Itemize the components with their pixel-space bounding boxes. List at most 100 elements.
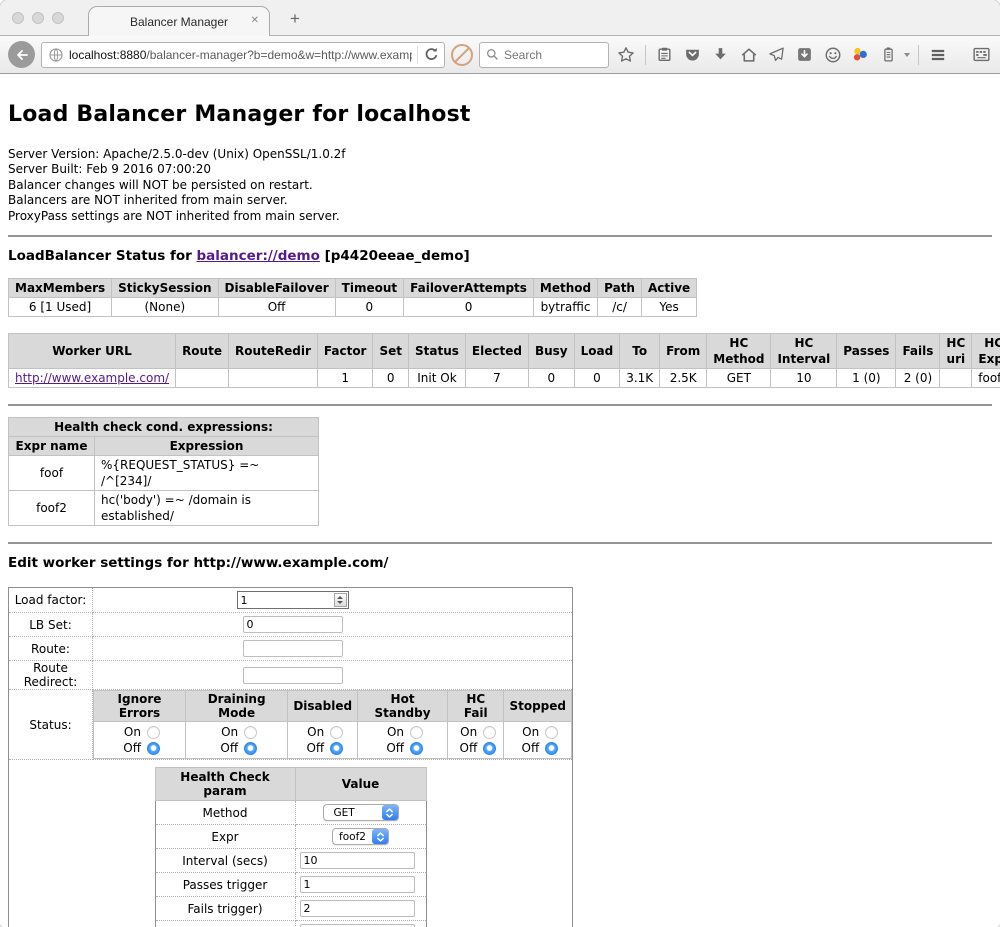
navigation-toolbar: localhost:8880/balancer-manager?b=demo&w… <box>0 36 1000 74</box>
col-expr-name: Expr name <box>9 437 95 456</box>
divider <box>8 404 992 406</box>
route-redirect-input[interactable] <box>243 667 343 684</box>
close-window-button[interactable] <box>12 12 24 24</box>
worker-row: http://www.example.com/ 1 0 Init Ok 7 0 … <box>9 369 1000 388</box>
extension-download-icon[interactable] <box>794 44 816 66</box>
hc-fail-on-radio[interactable] <box>483 726 496 739</box>
health-check-expressions-table: Health check cond. expressions: Expr nam… <box>8 417 319 526</box>
disabled-off-radio[interactable] <box>330 742 343 755</box>
url-text[interactable]: localhost:8880/balancer-manager?b=demo&w… <box>69 48 412 62</box>
heading-prefix: LoadBalancer Status for <box>8 248 197 264</box>
url-bar[interactable]: localhost:8880/balancer-manager?b=demo&w… <box>41 42 445 68</box>
tab-balancer-manager[interactable]: Balancer Manager ✕ <box>88 6 270 36</box>
server-built-line: Server Built: Feb 9 2016 07:00:20 <box>8 162 992 177</box>
hc-fail-off-radio[interactable] <box>483 742 496 755</box>
bookmarks-menu-icon[interactable] <box>654 44 676 66</box>
server-info: Server Version: Apache/2.5.0-dev (Unix) … <box>8 147 992 224</box>
status-cell-hot-standby: On Off <box>358 722 448 759</box>
url-domain: localhost:8880 <box>69 48 146 62</box>
col-value: Value <box>295 768 426 801</box>
form-row-route-redirect: Route Redirect: <box>9 661 573 690</box>
persist-notice-line: Balancer changes will NOT be persisted o… <box>8 178 992 193</box>
emoji-extension-icon[interactable] <box>822 44 844 66</box>
fails-input[interactable] <box>300 900 415 917</box>
downloads-icon[interactable] <box>710 44 732 66</box>
tab-bar: Balancer Manager ✕ + <box>0 0 1000 36</box>
browser-window: Balancer Manager ✕ + localhost:8880/bala… <box>0 0 1000 927</box>
worker-url-link[interactable]: http://www.example.com/ <box>15 371 169 385</box>
lb-set-input[interactable] <box>243 616 343 633</box>
edit-worker-heading: Edit worker settings for http://www.exam… <box>8 555 992 571</box>
load-factor-input[interactable] <box>238 594 334 607</box>
interval-input[interactable] <box>300 852 415 869</box>
table-row: 6 [1 Used] (None) Off 0 0 bytraffic /c/ … <box>9 298 697 317</box>
window-controls[interactable] <box>12 12 64 24</box>
hot-standby-off-radio[interactable] <box>410 742 423 755</box>
url-path: /balancer-manager?b=demo&w=http://www.ex… <box>146 48 412 62</box>
tab-close-icon[interactable]: ✕ <box>251 15 259 27</box>
heading-suffix: [p4420eeae_demo] <box>320 248 470 264</box>
send-tab-icon[interactable] <box>766 44 788 66</box>
new-tab-button[interactable]: + <box>290 9 300 29</box>
expr-row: foof %{REQUEST_STATUS} =~ /^[234]/ <box>9 456 319 491</box>
back-arrow-icon <box>14 47 30 63</box>
col-disablefailover: DisableFailover <box>218 279 335 298</box>
search-input[interactable] <box>504 48 594 62</box>
expr-select[interactable]: foof2 <box>332 828 389 845</box>
draining-mode-on-radio[interactable] <box>244 726 257 739</box>
col-ignore-errors: Ignore Errors <box>94 691 186 722</box>
download-helper-icon[interactable] <box>850 44 872 66</box>
disabled-on-radio[interactable] <box>330 726 343 739</box>
hc-uri-label: HC uri <box>155 921 295 927</box>
hc-uri-row: HC uri <box>155 921 426 927</box>
home-icon[interactable] <box>738 44 760 66</box>
health-check-params-table: Health Check param Value Method GET <box>155 767 427 927</box>
reload-icon[interactable] <box>423 46 440 63</box>
search-bar[interactable] <box>479 42 609 68</box>
form-row-lb-set: LB Set: <box>9 613 573 637</box>
number-stepper-icon[interactable] <box>334 593 347 607</box>
passes-input[interactable] <box>300 876 415 893</box>
stopped-off-radio[interactable] <box>545 742 558 755</box>
hot-standby-on-radio[interactable] <box>410 726 423 739</box>
status-cell-stopped: On Off <box>504 722 572 759</box>
stopped-on-radio[interactable] <box>545 726 558 739</box>
col-path: Path <box>598 279 642 298</box>
workers-table: Worker URL Route RouteRedir Factor Set S… <box>8 333 1000 388</box>
select-arrows-icon <box>382 805 398 820</box>
keyboard-grid-icon[interactable] <box>970 44 992 66</box>
col-timeout: Timeout <box>335 279 403 298</box>
method-select[interactable]: GET <box>323 804 399 821</box>
tab-title: Balancer Manager <box>130 15 228 29</box>
session-manager-icon[interactable] <box>878 44 900 66</box>
col-hc-fail: HC Fail <box>448 691 504 722</box>
hc-fails-row: Fails trigger) <box>155 897 426 921</box>
ignore-errors-off-radio[interactable] <box>147 742 160 755</box>
col-expression: Expression <box>95 437 319 456</box>
minimize-window-button[interactable] <box>32 12 44 24</box>
status-cell-draining-mode: On Off <box>185 722 287 759</box>
back-button[interactable] <box>8 41 35 68</box>
balancer-demo-link[interactable]: balancer://demo <box>197 248 320 264</box>
hc-expr-row: Expr foof2 <box>155 825 426 849</box>
globe-icon[interactable] <box>48 47 64 63</box>
chevron-down-icon[interactable] <box>904 53 910 57</box>
proxypass-notice-line: ProxyPass settings are NOT inherited fro… <box>8 209 992 224</box>
lb-set-label: LB Set: <box>9 613 93 637</box>
col-hot-standby: Hot Standby <box>358 691 448 722</box>
blocked-extension-icon[interactable] <box>451 44 473 66</box>
pocket-icon[interactable] <box>682 44 704 66</box>
inherit-notice-line: Balancers are NOT inherited from main se… <box>8 193 992 208</box>
route-input[interactable] <box>243 640 343 657</box>
toolbar-divider <box>918 45 919 65</box>
load-factor-field[interactable] <box>237 591 349 609</box>
menu-hamburger-icon[interactable] <box>927 44 949 66</box>
toolbar-divider <box>645 45 646 65</box>
balancer-status-heading: LoadBalancer Status for balancer://demo … <box>8 248 992 264</box>
col-stopped: Stopped <box>504 691 572 722</box>
ignore-errors-on-radio[interactable] <box>147 726 160 739</box>
zoom-window-button[interactable] <box>52 12 64 24</box>
bookmark-star-icon[interactable] <box>615 44 637 66</box>
draining-mode-off-radio[interactable] <box>244 742 257 755</box>
balancer-params-table: MaxMembers StickySession DisableFailover… <box>8 278 697 317</box>
